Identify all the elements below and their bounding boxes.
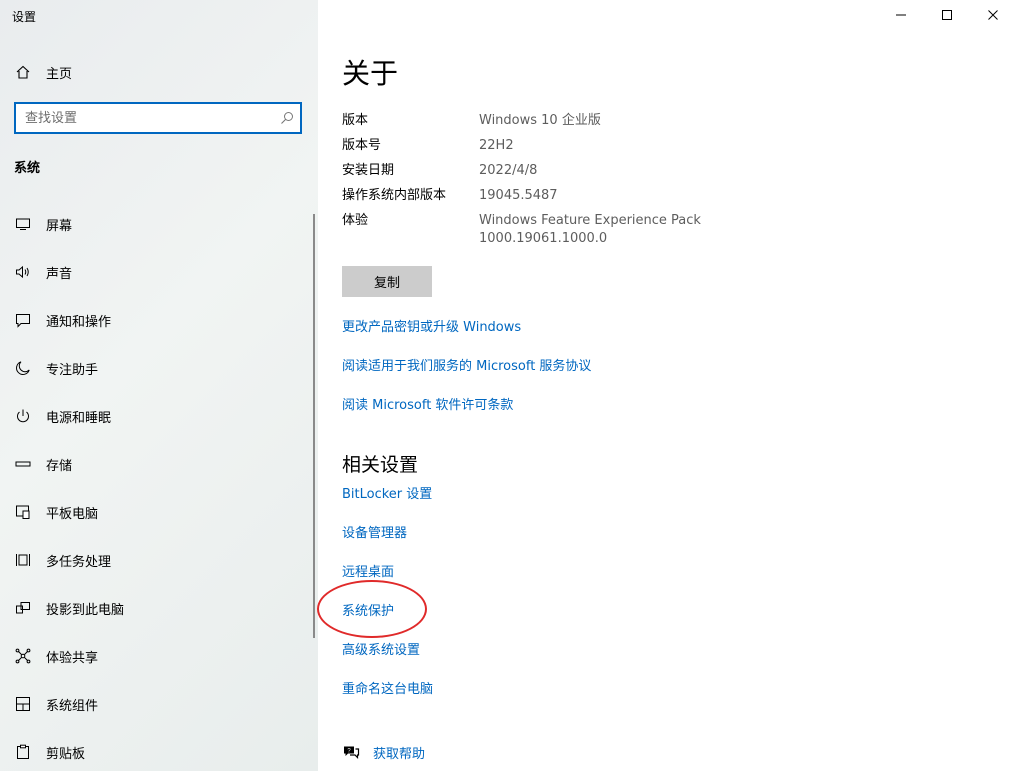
sidebar-item-label: 声音	[46, 266, 73, 282]
sidebar-item-label: 存储	[46, 458, 73, 474]
multitask-icon	[14, 551, 32, 569]
sidebar-item-label: 平板电脑	[46, 506, 99, 522]
maximize-icon	[942, 10, 952, 20]
sidebar-item-label: 投影到此电脑	[46, 602, 125, 618]
spec-value-line: Windows Feature Experience Pack	[479, 213, 701, 228]
sidebar-item-label: 体验共享	[46, 650, 99, 666]
search-icon[interactable]	[274, 104, 300, 132]
project-icon	[14, 599, 32, 617]
spec-key: 版本	[342, 113, 369, 128]
sidebar-item-project[interactable]: 投影到此电脑	[0, 584, 318, 632]
get-help-label: 获取帮助	[373, 747, 426, 762]
sidebar: 设置 主页 系统 屏幕 声音 通知和操作	[0, 0, 318, 771]
clipboard-icon	[14, 743, 32, 761]
sidebar-scrollbar[interactable]	[313, 214, 315, 638]
storage-icon	[14, 455, 32, 473]
window-controls	[878, 0, 1016, 32]
maximize-button[interactable]	[924, 0, 970, 30]
spec-value: 19045.5487	[479, 188, 558, 203]
minimize-button[interactable]	[878, 0, 924, 30]
help-chat-icon: ?	[342, 744, 360, 762]
sidebar-item-home[interactable]: 主页	[14, 60, 72, 84]
sidebar-item-display[interactable]: 屏幕	[0, 200, 318, 248]
sidebar-section-label: 系统	[14, 161, 41, 176]
spec-row: 操作系统内部版本 19045.5487	[342, 187, 822, 205]
services-agreement-link[interactable]: 阅读适用于我们服务的 Microsoft 服务协议	[342, 355, 591, 374]
spec-key: 版本号	[342, 138, 382, 153]
highlight-annotation	[317, 580, 427, 638]
app-title: 设置	[12, 10, 37, 24]
copy-button[interactable]: 复制	[342, 266, 432, 297]
close-button[interactable]	[970, 0, 1016, 30]
share-icon	[14, 647, 32, 665]
sidebar-item-label: 通知和操作	[46, 314, 112, 330]
search-box[interactable]	[14, 102, 302, 134]
moon-icon	[14, 359, 32, 377]
spec-row: 安装日期 2022/4/8	[342, 162, 822, 180]
display-icon	[14, 215, 32, 233]
components-icon	[14, 695, 32, 713]
notification-icon	[14, 311, 32, 329]
spec-key: 安装日期	[342, 163, 395, 178]
sidebar-item-tablet[interactable]: 平板电脑	[0, 488, 318, 536]
sidebar-nav: 屏幕 声音 通知和操作 专注助手 电源和睡眠 存储 平板电脑 多任务处理 投影到…	[0, 200, 318, 771]
sidebar-item-focus-assist[interactable]: 专注助手	[0, 344, 318, 392]
power-icon	[14, 407, 32, 425]
license-terms-link[interactable]: 阅读 Microsoft 软件许可条款	[342, 394, 513, 413]
sidebar-item-notifications[interactable]: 通知和操作	[0, 296, 318, 344]
sidebar-item-label: 主页	[46, 66, 73, 82]
sidebar-item-label: 电源和睡眠	[46, 410, 112, 426]
sidebar-item-clipboard[interactable]: 剪贴板	[0, 728, 318, 771]
search-input[interactable]	[16, 104, 274, 132]
sidebar-item-label: 剪贴板	[46, 746, 86, 762]
home-icon	[14, 63, 32, 81]
spec-value: 22H2	[479, 138, 514, 153]
tablet-icon	[14, 503, 32, 521]
sidebar-item-multitasking[interactable]: 多任务处理	[0, 536, 318, 584]
sidebar-item-shared-experience[interactable]: 体验共享	[0, 632, 318, 680]
device-specs: 版本 Windows 10 企业版 版本号 22H2 安装日期 2022/4/8…	[342, 112, 822, 255]
change-product-key-link[interactable]: 更改产品密钥或升级 Windows	[342, 316, 521, 335]
spec-row: 版本号 22H2	[342, 137, 822, 155]
spec-key: 体验	[342, 213, 369, 228]
sidebar-item-power[interactable]: 电源和睡眠	[0, 392, 318, 440]
spec-value: Windows 10 企业版	[479, 113, 601, 128]
spec-value-line: 1000.19061.1000.0	[479, 231, 608, 246]
speaker-icon	[14, 263, 32, 281]
close-icon	[988, 10, 998, 20]
spec-row: 体验 Windows Feature Experience Pack 1000.…	[342, 212, 822, 248]
remote-desktop-link[interactable]: 远程桌面	[342, 561, 394, 580]
bitlocker-settings-link[interactable]: BitLocker 设置	[342, 483, 432, 502]
related-settings-title: 相关设置	[342, 454, 419, 476]
rename-pc-link[interactable]: 重命名这台电脑	[342, 678, 433, 697]
sidebar-item-sound[interactable]: 声音	[0, 248, 318, 296]
page-title: 关于	[342, 57, 399, 90]
spec-row: 版本 Windows 10 企业版	[342, 112, 822, 130]
sidebar-item-storage[interactable]: 存储	[0, 440, 318, 488]
get-help-link[interactable]: ? 获取帮助	[342, 743, 425, 762]
spec-value: 2022/4/8	[479, 163, 538, 178]
sidebar-item-label: 多任务处理	[46, 554, 112, 570]
spec-value: Windows Feature Experience Pack 1000.190…	[479, 212, 822, 248]
spec-key: 操作系统内部版本	[342, 188, 447, 203]
sidebar-item-label: 系统组件	[46, 698, 99, 714]
sidebar-item-system-components[interactable]: 系统组件	[0, 680, 318, 728]
sidebar-item-label: 屏幕	[46, 218, 73, 234]
sidebar-item-label: 专注助手	[46, 362, 99, 378]
main-content: 关于 版本 Windows 10 企业版 版本号 22H2 安装日期 2022/…	[317, 0, 1016, 771]
advanced-system-settings-link[interactable]: 高级系统设置	[342, 639, 420, 658]
device-manager-link[interactable]: 设备管理器	[342, 522, 407, 541]
